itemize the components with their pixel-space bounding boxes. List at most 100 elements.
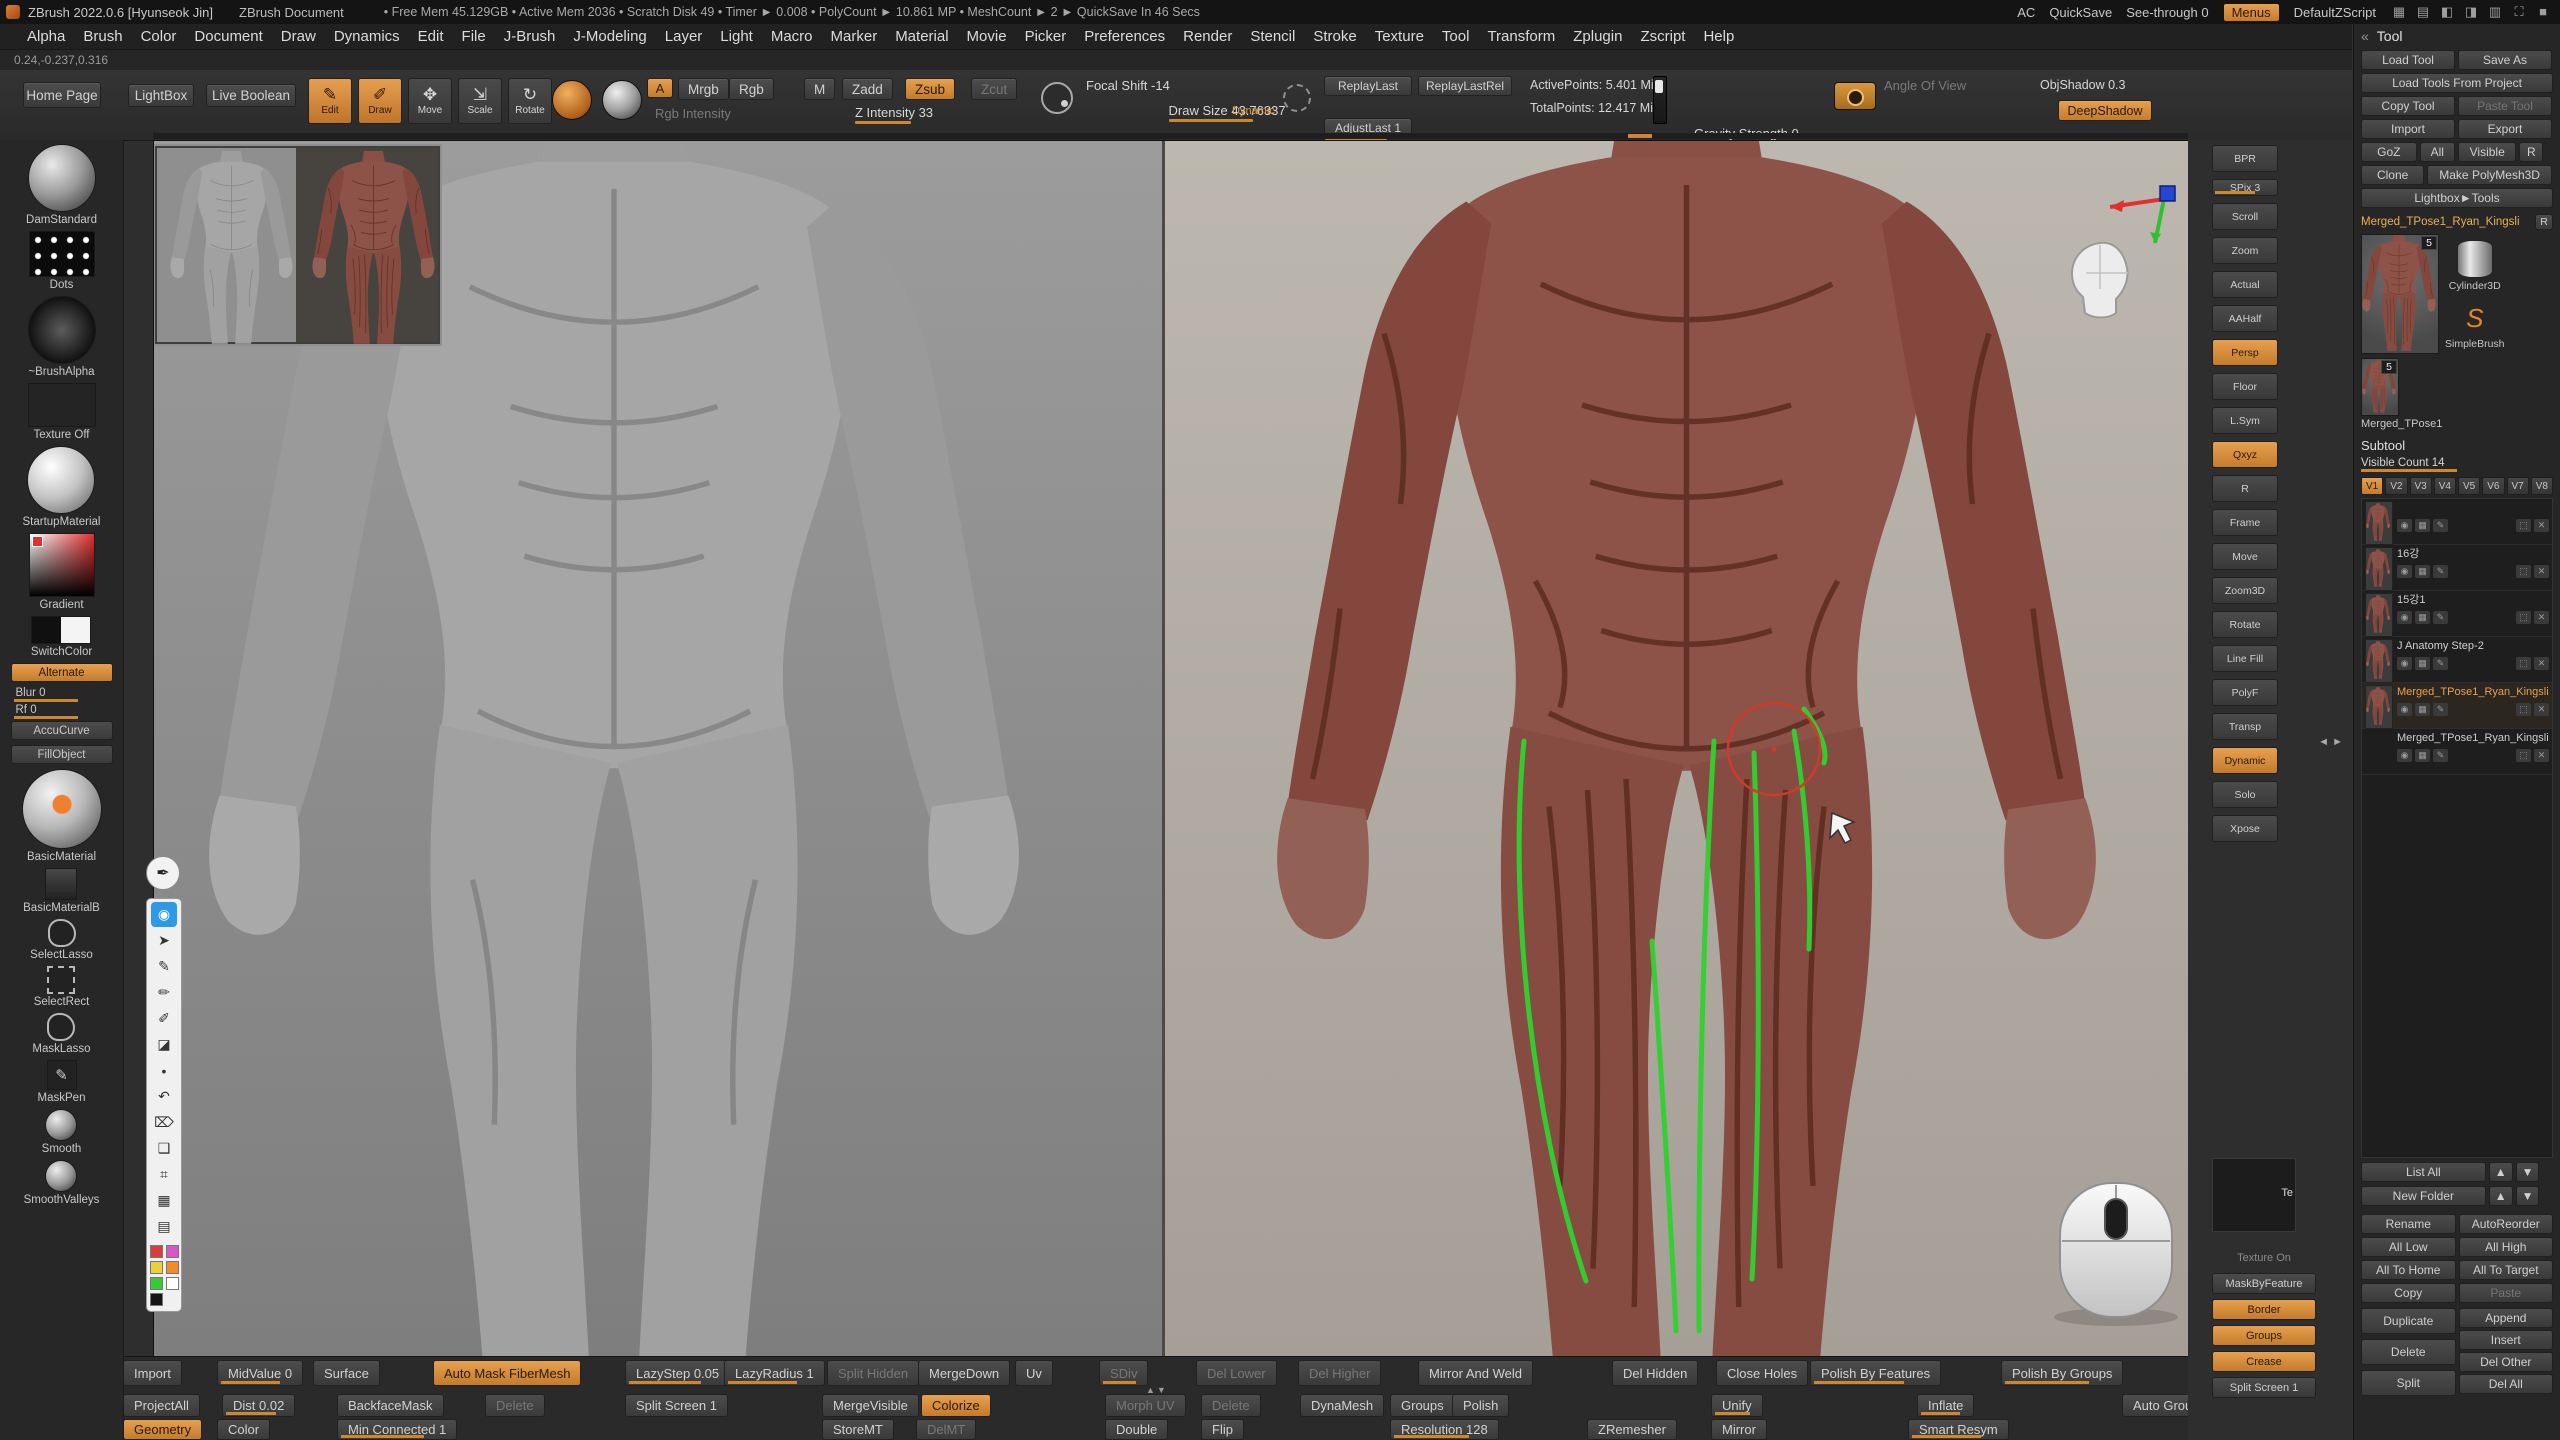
eye-icon[interactable]: ◉ [2397, 749, 2412, 762]
channel-toggle[interactable]: Zcut [971, 78, 1017, 100]
menu-item[interactable]: Document [185, 26, 271, 47]
menu-item[interactable]: Macro [762, 26, 822, 47]
shelf-button[interactable]: DelMT [916, 1419, 976, 1440]
tray-item[interactable]: SwitchColor [31, 616, 92, 658]
viewport-nav-button[interactable]: Actual [2212, 271, 2278, 298]
display-icon[interactable]: ■ [2534, 4, 2552, 20]
tool-palette-button[interactable]: Paste Tool [2458, 96, 2552, 116]
tool-palette-button[interactable]: Make PolyMesh3D [2427, 165, 2552, 185]
tool-palette-button[interactable]: Lightbox►Tools [2361, 188, 2553, 208]
viewport-nav-button[interactable]: Frame [2212, 509, 2278, 536]
viewport-nav-button[interactable]: Line Fill [2212, 645, 2278, 672]
subtool-view-tab[interactable]: V2 [2385, 477, 2407, 495]
shelf-button[interactable]: Unify [1711, 1394, 1763, 1417]
viewport-nav-button[interactable]: Zoom [2212, 237, 2278, 264]
channel-toggle[interactable]: Zadd [842, 78, 893, 100]
visible-count-slider[interactable]: Visible Count 14 [2361, 457, 2481, 469]
menus-toggle-button[interactable]: Menus [2223, 3, 2280, 22]
shelf-button[interactable]: Close Holes [1716, 1360, 1808, 1386]
menu-item[interactable]: Dynamics [325, 26, 409, 47]
document-canvas[interactable] [153, 140, 2190, 1358]
texture-preview[interactable]: Te [2212, 1158, 2296, 1232]
recent-tool-item[interactable]: Cylinder3D [2445, 240, 2505, 292]
subtool-view-tab[interactable]: V4 [2434, 477, 2456, 495]
tray-item[interactable]: Alternate [11, 663, 113, 682]
viewport-nav-button[interactable]: PolyF [2212, 679, 2278, 706]
current-brush-icon[interactable] [552, 80, 592, 120]
tray-item[interactable]: SelectRect [34, 966, 90, 1008]
subtool-view-tab[interactable]: V5 [2458, 477, 2480, 495]
subtool-action-button[interactable]: Delete [2361, 1339, 2456, 1365]
shelf-button[interactable]: Split Screen 1 [625, 1394, 728, 1417]
recent-tool-thumbnail[interactable]: 5 [2361, 358, 2399, 416]
polyframe-icon[interactable]: ▦ [2415, 657, 2430, 670]
shelf-button[interactable]: Delete [485, 1394, 545, 1417]
black-swatch[interactable] [150, 1293, 163, 1306]
menu-item[interactable]: Alpha [18, 26, 74, 47]
polyframe-icon[interactable]: ▦ [2415, 565, 2430, 578]
shelf-button[interactable]: Double [1105, 1419, 1168, 1440]
tray-item[interactable]: ~BrushAlpha [28, 296, 96, 378]
tray-item[interactable]: StartupMaterial [23, 446, 101, 528]
shelf-button[interactable]: Mirror And Weld [1418, 1360, 1533, 1386]
image-tool[interactable]: ▦ [151, 1188, 177, 1213]
shelf-button[interactable]: Resolution 128 [1390, 1419, 1499, 1440]
menu-item[interactable]: Draw [272, 26, 325, 47]
shelf-button[interactable]: Groups [1390, 1394, 1455, 1417]
shelf-button[interactable]: Flip [1201, 1419, 1244, 1440]
tray-item[interactable]: SelectLasso [30, 919, 93, 961]
new-folder-button[interactable]: New Folder [2361, 1186, 2486, 1206]
shelf-button[interactable]: Border [2212, 1299, 2316, 1320]
cursor-tool[interactable]: ➤ [151, 928, 177, 953]
shelf-button[interactable]: Morph UV [1105, 1394, 1186, 1417]
tray-item[interactable]: AccuCurve [11, 721, 113, 740]
menu-item[interactable]: Tool [1433, 26, 1479, 47]
tray-item[interactable]: Texture Off [28, 383, 96, 441]
close-icon[interactable]: ✕ [2534, 565, 2549, 578]
white-swatch[interactable] [166, 1277, 179, 1290]
subtool-action-button[interactable]: All To Target [2459, 1260, 2554, 1280]
menu-item[interactable]: Marker [822, 26, 887, 47]
menu-item[interactable]: Stencil [1241, 26, 1304, 47]
rows-icon[interactable]: ▥ [2486, 4, 2504, 20]
menu-item[interactable]: J-Modeling [564, 26, 655, 47]
green-swatch[interactable] [150, 1277, 163, 1290]
tray-item[interactable]: MaskLasso [32, 1013, 90, 1055]
shelf-button[interactable]: MergeDown [918, 1360, 1010, 1386]
menu-item[interactable]: Zplugin [1564, 26, 1631, 47]
default-zscript-button[interactable]: DefaultZScript [2294, 5, 2376, 20]
spix-slider[interactable]: SPix 3 [2212, 179, 2278, 196]
channel-toggle[interactable]: Zsub [905, 78, 955, 100]
shelf-collapse-arrows[interactable]: ▲▼ [1146, 1385, 1168, 1395]
eye-icon[interactable]: ◉ [2397, 611, 2412, 624]
shelf-button[interactable]: Del Hidden [1612, 1360, 1698, 1386]
close-icon[interactable]: ✕ [2534, 611, 2549, 624]
tray-item[interactable]: Gradient [29, 533, 95, 611]
stroke-curve-icon[interactable] [1283, 84, 1311, 112]
tool-palette-button[interactable]: GoZ [2361, 142, 2417, 162]
viewport-nav-button[interactable]: AAHalf [2212, 305, 2278, 332]
channel-toggle[interactable]: M [804, 78, 835, 100]
shelf-button[interactable]: Polish By Groups [2001, 1360, 2123, 1386]
shelf-button[interactable]: BackfaceMask [337, 1394, 444, 1417]
shelf-button[interactable]: Dist 0.02 [222, 1394, 295, 1417]
close-icon[interactable]: ✕ [2534, 519, 2549, 532]
mode-button[interactable]: ↻ Rotate [508, 78, 552, 124]
clipboard-tool[interactable]: ▤ [151, 1214, 177, 1239]
polyframe-icon[interactable]: ▦ [2415, 703, 2430, 716]
subtool-section-title[interactable]: Subtool [2361, 438, 2405, 453]
shelf-button[interactable]: ProjectAll [123, 1394, 200, 1417]
subtool-action-button[interactable]: All High [2459, 1237, 2554, 1257]
subtool-action-button[interactable]: Rename [2361, 1214, 2456, 1234]
tool-palette-button[interactable]: Clone [2361, 165, 2424, 185]
edit-icon[interactable]: ✎ [2433, 703, 2448, 716]
panel-resize-handle[interactable]: ◄ ► [2318, 736, 2343, 748]
shelf-button[interactable]: Surface [313, 1360, 380, 1386]
yellow-swatch[interactable] [150, 1261, 163, 1274]
channel-toggle[interactable]: Mrgb [678, 78, 729, 100]
menu-item[interactable]: Transform [1478, 26, 1564, 47]
sort-up-icon[interactable]: ▲ [2489, 1186, 2513, 1206]
shelf-button[interactable]: LazyStep 0.05 [625, 1360, 730, 1386]
list-all-button[interactable]: List All [2361, 1162, 2486, 1182]
tray-item[interactable]: MaskPen [38, 1060, 86, 1104]
